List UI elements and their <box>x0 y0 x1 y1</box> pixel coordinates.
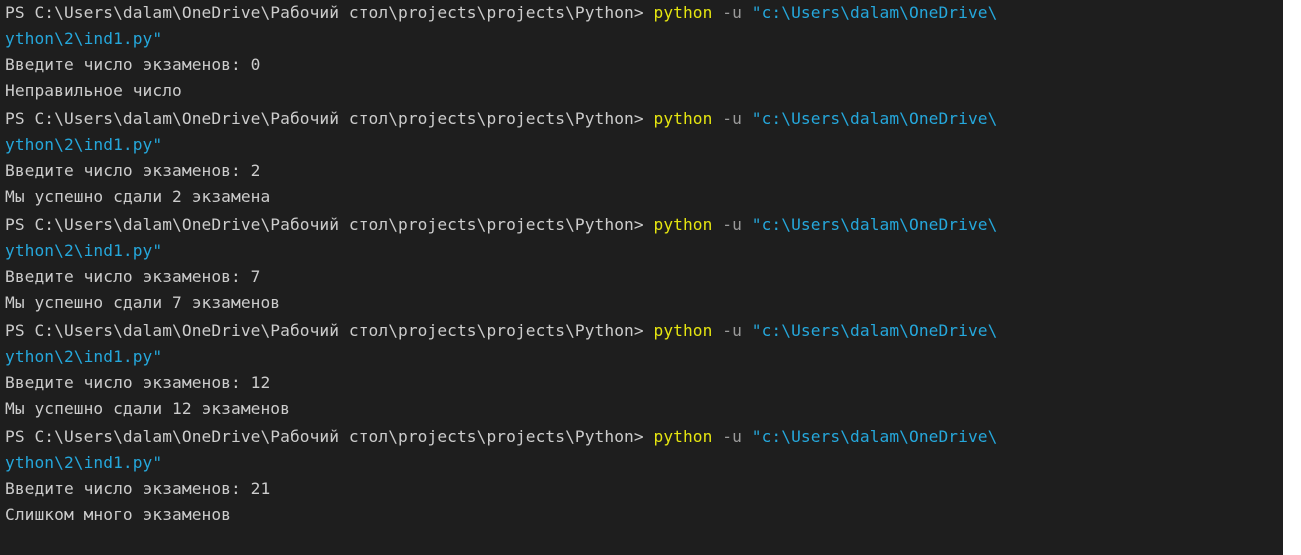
input-line: Введите число экзаменов: 7 <box>5 267 261 286</box>
script-path-continuation: ython\2\ind1.py" <box>5 347 163 366</box>
prompt-text: PS C:\Users\dalam\OneDrive\Рабочий стол\… <box>5 109 654 128</box>
input-line: Введите число экзаменов: 12 <box>5 373 271 392</box>
script-path: "c:\Users\dalam\OneDrive\ <box>751 427 998 446</box>
command-line: PS C:\Users\dalam\OneDrive\Рабочий стол\… <box>5 0 997 26</box>
command-name: python <box>653 215 713 234</box>
terminal-panel[interactable]: PS C:\Users\dalam\OneDrive\Рабочий стол\… <box>0 0 1283 555</box>
prompt-text: PS C:\Users\dalam\OneDrive\Рабочий стол\… <box>5 321 654 340</box>
output-line: Неправильное число <box>5 81 182 100</box>
command-flag: -u <box>712 321 752 340</box>
input-line: Введите число экзаменов: 21 <box>5 479 271 498</box>
script-path-continuation: ython\2\ind1.py" <box>5 29 163 48</box>
command-line: PS C:\Users\dalam\OneDrive\Рабочий стол\… <box>5 212 997 238</box>
command-name: python <box>653 3 713 22</box>
script-path-continuation: ython\2\ind1.py" <box>5 241 163 260</box>
output-line: Мы успешно сдали 7 экзаменов <box>5 293 281 312</box>
input-line: Введите число экзаменов: 0 <box>5 55 261 74</box>
command-flag: -u <box>712 215 752 234</box>
script-path-continuation: ython\2\ind1.py" <box>5 453 163 472</box>
script-path: "c:\Users\dalam\OneDrive\ <box>751 321 998 340</box>
command-line: PS C:\Users\dalam\OneDrive\Рабочий стол\… <box>5 424 997 450</box>
command-name: python <box>653 321 713 340</box>
output-line: Слишком много экзаменов <box>5 505 231 524</box>
command-flag: -u <box>712 427 752 446</box>
command-flag: -u <box>712 3 752 22</box>
command-line: PS C:\Users\dalam\OneDrive\Рабочий стол\… <box>5 318 997 344</box>
script-path-continuation: ython\2\ind1.py" <box>5 135 163 154</box>
prompt-text: PS C:\Users\dalam\OneDrive\Рабочий стол\… <box>5 427 654 446</box>
prompt-text: PS C:\Users\dalam\OneDrive\Рабочий стол\… <box>5 215 654 234</box>
script-path: "c:\Users\dalam\OneDrive\ <box>751 109 998 128</box>
script-path: "c:\Users\dalam\OneDrive\ <box>751 215 998 234</box>
script-path: "c:\Users\dalam\OneDrive\ <box>751 3 998 22</box>
command-name: python <box>653 427 713 446</box>
command-line: PS C:\Users\dalam\OneDrive\Рабочий стол\… <box>5 106 997 132</box>
prompt-text: PS C:\Users\dalam\OneDrive\Рабочий стол\… <box>5 3 654 22</box>
output-line: Мы успешно сдали 12 экзаменов <box>5 399 290 418</box>
command-name: python <box>653 109 713 128</box>
input-line: Введите число экзаменов: 2 <box>5 161 261 180</box>
output-line: Мы успешно сдали 2 экзамена <box>5 187 271 206</box>
command-flag: -u <box>712 109 752 128</box>
